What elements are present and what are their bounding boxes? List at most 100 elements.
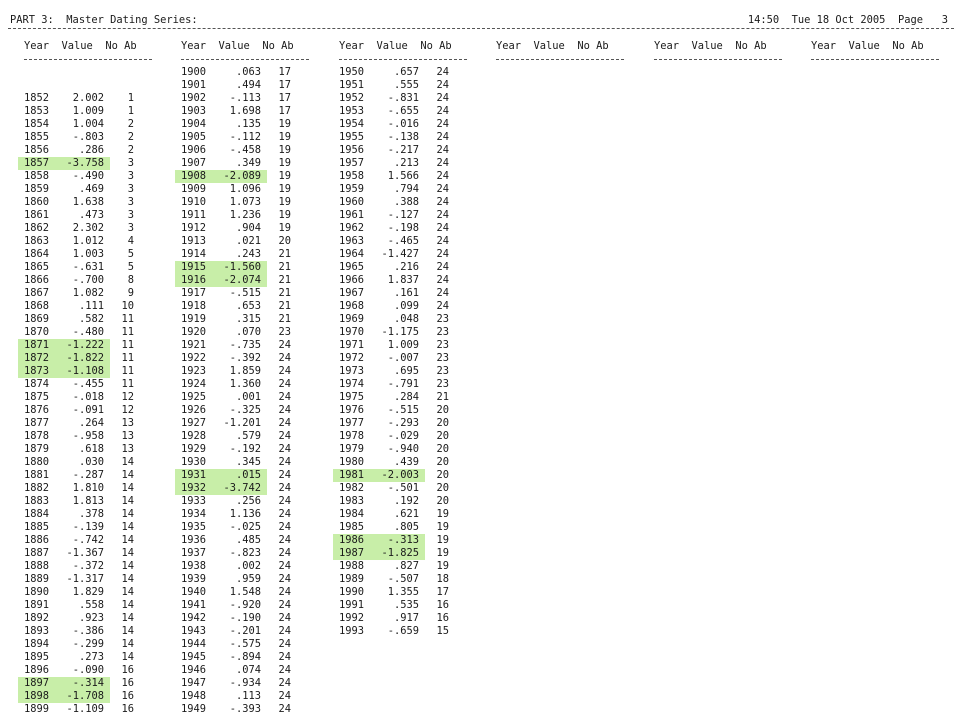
table-row: 1896 -.090 16 — [24, 664, 159, 677]
count-cell: 10 — [121, 300, 134, 312]
count-cell: 24 — [278, 404, 291, 416]
value-cell: -1.367 — [66, 547, 104, 559]
value-cell: .653 — [235, 300, 261, 312]
count-cell: 20 — [436, 482, 449, 494]
count-cell: 12 — [121, 404, 134, 416]
count-cell: 21 — [436, 391, 449, 403]
value-cell: .273 — [78, 651, 104, 663]
table-row: 1852 2.002 1 — [24, 92, 159, 105]
table-row: 1857 -3.758 3 — [18, 157, 159, 170]
year-cell: 1905 — [181, 131, 207, 143]
count-cell: 24 — [278, 417, 291, 429]
count-cell: 19 — [436, 521, 449, 533]
value-cell: .048 — [393, 313, 419, 325]
count-cell: 21 — [278, 274, 291, 286]
table-row: 1878 -.958 13 — [24, 430, 159, 443]
table-row: 1895 .273 14 — [24, 651, 159, 664]
table-row: 1904 .135 19 — [181, 118, 316, 131]
year-cell: 1944 — [181, 638, 207, 650]
value-cell: .582 — [78, 313, 104, 325]
year-cell: 1862 — [24, 222, 50, 234]
table-row: 1964 -1.427 24 — [339, 248, 474, 261]
column-header-rule — [181, 59, 309, 60]
count-cell: 16 — [121, 677, 134, 689]
count-cell: 20 — [436, 417, 449, 429]
value-cell: .161 — [393, 287, 419, 299]
table-row: 1991 .535 16 — [339, 599, 474, 612]
table-row: 1960 .388 24 — [339, 196, 474, 209]
table-row: 1865 -.631 5 — [24, 261, 159, 274]
table-row: 1917 -.515 21 — [181, 287, 316, 300]
value-cell: -2.089 — [223, 170, 261, 182]
table-row: 1977 -.293 20 — [339, 417, 474, 430]
value-cell: -.029 — [387, 430, 419, 442]
count-cell: 23 — [436, 378, 449, 390]
value-cell: 1.009 — [72, 105, 104, 117]
count-cell: 1 — [127, 105, 134, 117]
year-cell: 1986 — [339, 534, 365, 546]
value-cell: -1.825 — [381, 547, 419, 559]
count-cell: 14 — [121, 612, 134, 624]
table-row: 1897 -.314 16 — [18, 677, 159, 690]
count-cell: 11 — [121, 378, 134, 390]
year-cell: 1947 — [181, 677, 207, 689]
year-cell: 1913 — [181, 235, 207, 247]
table-row: 1965 .216 24 — [339, 261, 474, 274]
year-cell: 1882 — [24, 482, 50, 494]
count-cell: 24 — [278, 677, 291, 689]
count-cell: 19 — [278, 144, 291, 156]
year-cell: 1852 — [24, 92, 50, 104]
table-row: 1892 .923 14 — [24, 612, 159, 625]
value-cell: -.127 — [387, 209, 419, 221]
value-cell: .001 — [235, 391, 261, 403]
year-cell: 1956 — [339, 144, 365, 156]
year-cell: 1868 — [24, 300, 50, 312]
table-row: 1868 .111 10 — [24, 300, 159, 313]
column-header-rule — [24, 59, 152, 60]
value-cell: -2.003 — [381, 469, 419, 481]
table-row: 1922 -.392 24 — [181, 352, 316, 365]
count-cell: 12 — [121, 391, 134, 403]
table-row: 1877 .264 13 — [24, 417, 159, 430]
count-cell: 19 — [278, 209, 291, 221]
count-cell: 24 — [436, 131, 449, 143]
table-row: 1853 1.009 1 — [24, 105, 159, 118]
table-row: 1951 .555 24 — [339, 79, 474, 92]
year-cell: 1978 — [339, 430, 365, 442]
value-cell: .345 — [235, 456, 261, 468]
year-cell: 1971 — [339, 339, 365, 351]
year-cell: 1889 — [24, 573, 50, 585]
value-cell: -.480 — [72, 326, 104, 338]
count-cell: 23 — [436, 352, 449, 364]
count-cell: 19 — [278, 196, 291, 208]
count-cell: 24 — [278, 365, 291, 377]
year-cell: 1878 — [24, 430, 50, 442]
year-cell: 1894 — [24, 638, 50, 650]
year-cell: 1872 — [24, 352, 50, 364]
year-cell: 1946 — [181, 664, 207, 676]
table-row: 1909 1.096 19 — [181, 183, 316, 196]
table-row: 1968 .099 24 — [339, 300, 474, 313]
value-cell: 1.073 — [229, 196, 261, 208]
table-row: 1980 .439 20 — [339, 456, 474, 469]
year-cell: 1911 — [181, 209, 207, 221]
table-row: 1957 .213 24 — [339, 157, 474, 170]
table-row: 1856 .286 2 — [24, 144, 159, 157]
column-header: Year Value No Ab — [181, 40, 294, 52]
year-cell: 1950 — [339, 66, 365, 78]
table-row: 1921 -.735 24 — [181, 339, 316, 352]
year-cell: 1955 — [339, 131, 365, 143]
year-cell: 1968 — [339, 300, 365, 312]
table-row: 1873 -1.108 11 — [18, 365, 159, 378]
table-row: 1931 .015 24 — [175, 469, 316, 482]
value-cell: -.201 — [229, 625, 261, 637]
count-cell: 13 — [121, 430, 134, 442]
count-cell: 14 — [121, 508, 134, 520]
value-cell: -.217 — [387, 144, 419, 156]
year-cell: 1960 — [339, 196, 365, 208]
year-cell: 1934 — [181, 508, 207, 520]
value-cell: -.287 — [72, 469, 104, 481]
value-cell: -.507 — [387, 573, 419, 585]
value-cell: -.386 — [72, 625, 104, 637]
year-cell: 1888 — [24, 560, 50, 572]
